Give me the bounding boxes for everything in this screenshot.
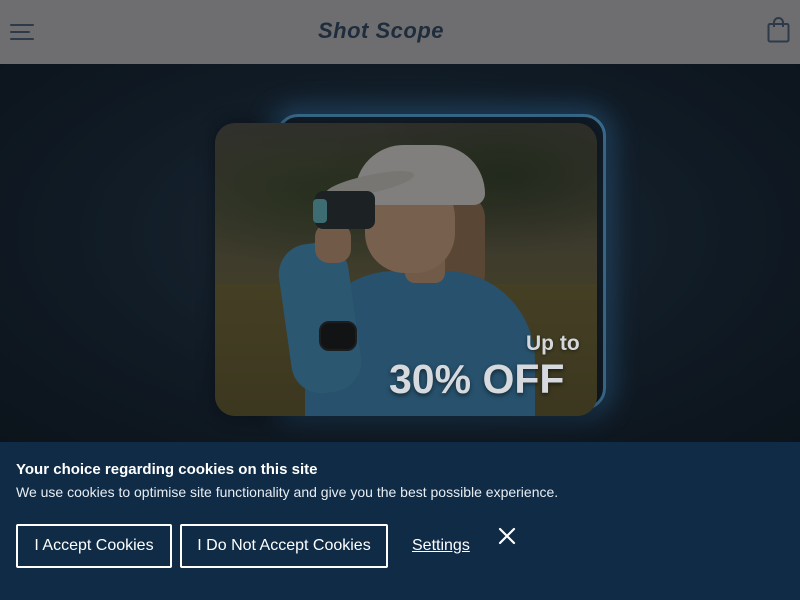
promo-headline: 30% OFF xyxy=(389,356,565,402)
site-header: Shot Scope xyxy=(0,0,800,64)
hero-banner[interactable]: Up to 30% OFF xyxy=(0,64,800,442)
hamburger-menu-icon[interactable] xyxy=(10,22,34,42)
cookie-settings-link[interactable]: Settings xyxy=(412,537,470,555)
cookie-description: We use cookies to optimise site function… xyxy=(16,484,559,500)
accept-cookies-button[interactable]: I Accept Cookies xyxy=(16,524,172,568)
shot-scope-logo[interactable]: Shot Scope xyxy=(285,18,477,43)
close-icon[interactable] xyxy=(497,526,517,546)
shopping-bag-icon[interactable] xyxy=(767,17,790,43)
promo-prefix: Up to xyxy=(526,332,580,355)
decline-cookies-button[interactable]: I Do Not Accept Cookies xyxy=(180,524,388,568)
cookie-consent-banner: Your choice regarding cookies on this si… xyxy=(0,442,800,600)
cookie-title: Your choice regarding cookies on this si… xyxy=(16,461,318,478)
